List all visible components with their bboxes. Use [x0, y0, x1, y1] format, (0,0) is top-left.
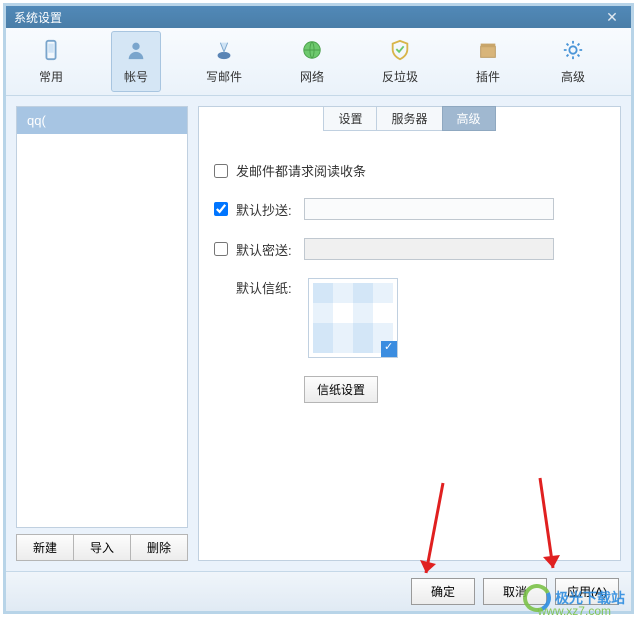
tab-strip: 设置 服务器 高级	[199, 106, 620, 131]
ok-button[interactable]: 确定	[411, 578, 475, 605]
sidebar-buttons: 新建 导入 删除	[16, 534, 188, 561]
toolbar-item-antispam[interactable]: 反垃圾	[372, 32, 428, 91]
new-account-button[interactable]: 新建	[16, 534, 74, 561]
shield-icon	[388, 38, 412, 62]
import-account-button[interactable]: 导入	[73, 534, 131, 561]
tab-settings[interactable]: 设置	[323, 106, 377, 131]
cc-label: 默认抄送:	[236, 200, 304, 219]
phone-icon	[39, 38, 63, 62]
stationery-label: 默认信纸:	[236, 278, 304, 297]
toolbar-label: 网络	[300, 68, 324, 85]
toolbar-item-network[interactable]: 网络	[287, 32, 337, 91]
account-sidebar: qq( 新建 导入 删除	[16, 106, 188, 561]
gear-icon	[561, 38, 585, 62]
toolbar-label: 高级	[561, 68, 585, 85]
box-icon	[476, 38, 500, 62]
cc-row: 默认抄送:	[214, 198, 605, 220]
cc-checkbox[interactable]	[214, 202, 228, 216]
account-item[interactable]: qq(	[17, 107, 187, 134]
settings-window: 系统设置 ✕ 常用 帐号 写邮件 网络 反垃圾 插件	[3, 3, 634, 614]
stationery-settings-button[interactable]: 信纸设置	[304, 376, 378, 403]
person-icon	[124, 38, 148, 62]
check-icon	[381, 341, 397, 357]
stationery-row: 默认信纸:	[214, 278, 605, 358]
toolbar-item-plugins[interactable]: 插件	[463, 32, 513, 91]
dialog-footer: 确定 取消 应用(A)	[6, 571, 631, 611]
close-button[interactable]: ✕	[601, 6, 623, 28]
toolbar-label: 写邮件	[206, 68, 242, 85]
body-area: qq( 新建 导入 删除 设置 服务器 高级	[6, 96, 631, 611]
cancel-button[interactable]: 取消	[483, 578, 547, 605]
stationery-button-row: 信纸设置	[304, 376, 605, 403]
toolbar-item-account[interactable]: 帐号	[111, 31, 161, 92]
read-receipt-row: 发邮件都请求阅读收条	[214, 161, 605, 180]
bcc-checkbox[interactable]	[214, 242, 228, 256]
form-area: 发邮件都请求阅读收条 默认抄送: 默认密送: 默认信纸:	[199, 131, 620, 418]
toolbar-label: 插件	[476, 68, 500, 85]
bcc-input[interactable]	[304, 238, 554, 260]
tab-advanced[interactable]: 高级	[442, 106, 496, 131]
toolbar-label: 帐号	[124, 68, 148, 85]
read-receipt-label: 发邮件都请求阅读收条	[236, 161, 366, 180]
bcc-label: 默认密送:	[236, 240, 304, 259]
apply-button[interactable]: 应用(A)	[555, 578, 619, 605]
category-toolbar: 常用 帐号 写邮件 网络 反垃圾 插件 高级	[6, 28, 631, 96]
globe-icon	[300, 38, 324, 62]
tab-server[interactable]: 服务器	[376, 106, 442, 131]
toolbar-item-general[interactable]: 常用	[26, 32, 76, 91]
read-receipt-checkbox[interactable]	[214, 164, 228, 178]
titlebar: 系统设置 ✕	[6, 6, 631, 28]
close-icon: ✕	[606, 9, 618, 26]
inkwell-icon	[212, 38, 236, 62]
toolbar-label: 常用	[39, 68, 63, 85]
delete-account-button[interactable]: 删除	[130, 534, 188, 561]
bcc-row: 默认密送:	[214, 238, 605, 260]
window-title: 系统设置	[14, 9, 62, 26]
toolbar-item-advanced[interactable]: 高级	[548, 32, 598, 91]
account-list[interactable]: qq(	[16, 106, 188, 528]
stationery-preview[interactable]	[308, 278, 398, 358]
toolbar-label: 反垃圾	[382, 68, 418, 85]
cc-input[interactable]	[304, 198, 554, 220]
toolbar-item-compose[interactable]: 写邮件	[196, 32, 252, 91]
content-panel: 设置 服务器 高级 发邮件都请求阅读收条 默认抄送:	[198, 106, 621, 561]
account-label: qq(	[27, 113, 46, 128]
main-area: qq( 新建 导入 删除 设置 服务器 高级	[6, 96, 631, 571]
